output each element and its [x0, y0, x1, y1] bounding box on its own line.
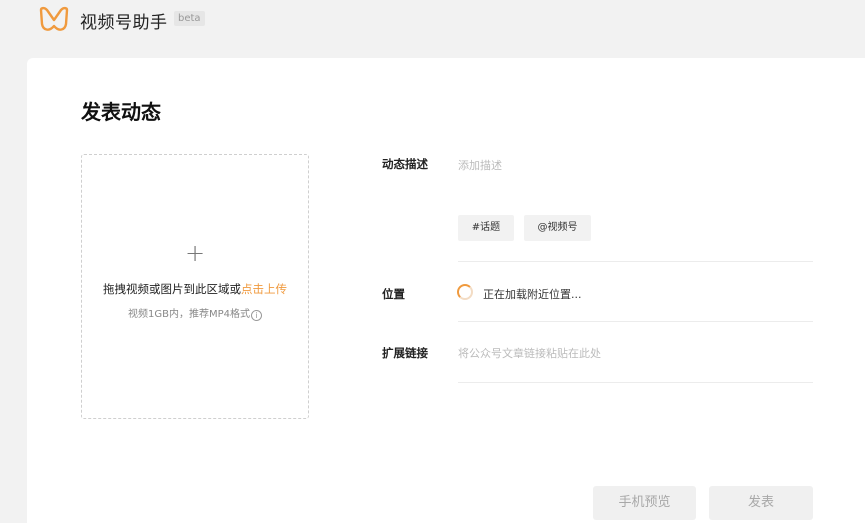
beta-badge: beta [174, 11, 205, 26]
wechat-channels-logo-icon[interactable] [38, 6, 70, 34]
extended-link-label: 扩展链接 [382, 346, 428, 360]
page-title: 发表动态 [81, 100, 161, 124]
topic-tag-button[interactable]: #话题 [458, 215, 514, 241]
extended-link-input[interactable]: 将公众号文章链接粘贴在此处 [458, 345, 601, 361]
divider-location [458, 321, 813, 322]
drag-text: 拖拽视频或图片到此区域或 [103, 282, 241, 296]
location-loading-text[interactable]: 正在加载附近位置... [483, 286, 582, 302]
description-input[interactable]: 添加描述 [458, 157, 502, 173]
description-label: 动态描述 [382, 157, 428, 171]
publish-button[interactable]: 发表 [709, 486, 813, 520]
top-bar: 视频号助手 beta [0, 0, 865, 52]
plus-icon[interactable]: + [82, 239, 308, 267]
location-label: 位置 [382, 287, 405, 301]
phone-preview-button[interactable]: 手机预览 [593, 486, 696, 520]
app-title: 视频号助手 [80, 13, 168, 33]
upload-hint-text: 视频1GB内，推荐MP4格式 [128, 309, 250, 320]
mention-tag-button[interactable]: @视频号 [524, 215, 591, 241]
divider-extended-link [458, 382, 813, 383]
upload-dropzone[interactable]: + 拖拽视频或图片到此区域或点击上传 视频1GB内，推荐MP4格式 i [81, 154, 309, 419]
upload-hint: 视频1GB内，推荐MP4格式 i [82, 305, 308, 321]
loading-spinner-icon [457, 284, 473, 300]
upload-instructions: 拖拽视频或图片到此区域或点击上传 [82, 281, 308, 297]
divider-description [458, 261, 813, 262]
info-icon[interactable]: i [251, 310, 262, 321]
publish-card: 发表动态 + 拖拽视频或图片到此区域或点击上传 视频1GB内，推荐MP4格式 i … [27, 58, 865, 523]
click-upload-link[interactable]: 点击上传 [241, 282, 287, 296]
